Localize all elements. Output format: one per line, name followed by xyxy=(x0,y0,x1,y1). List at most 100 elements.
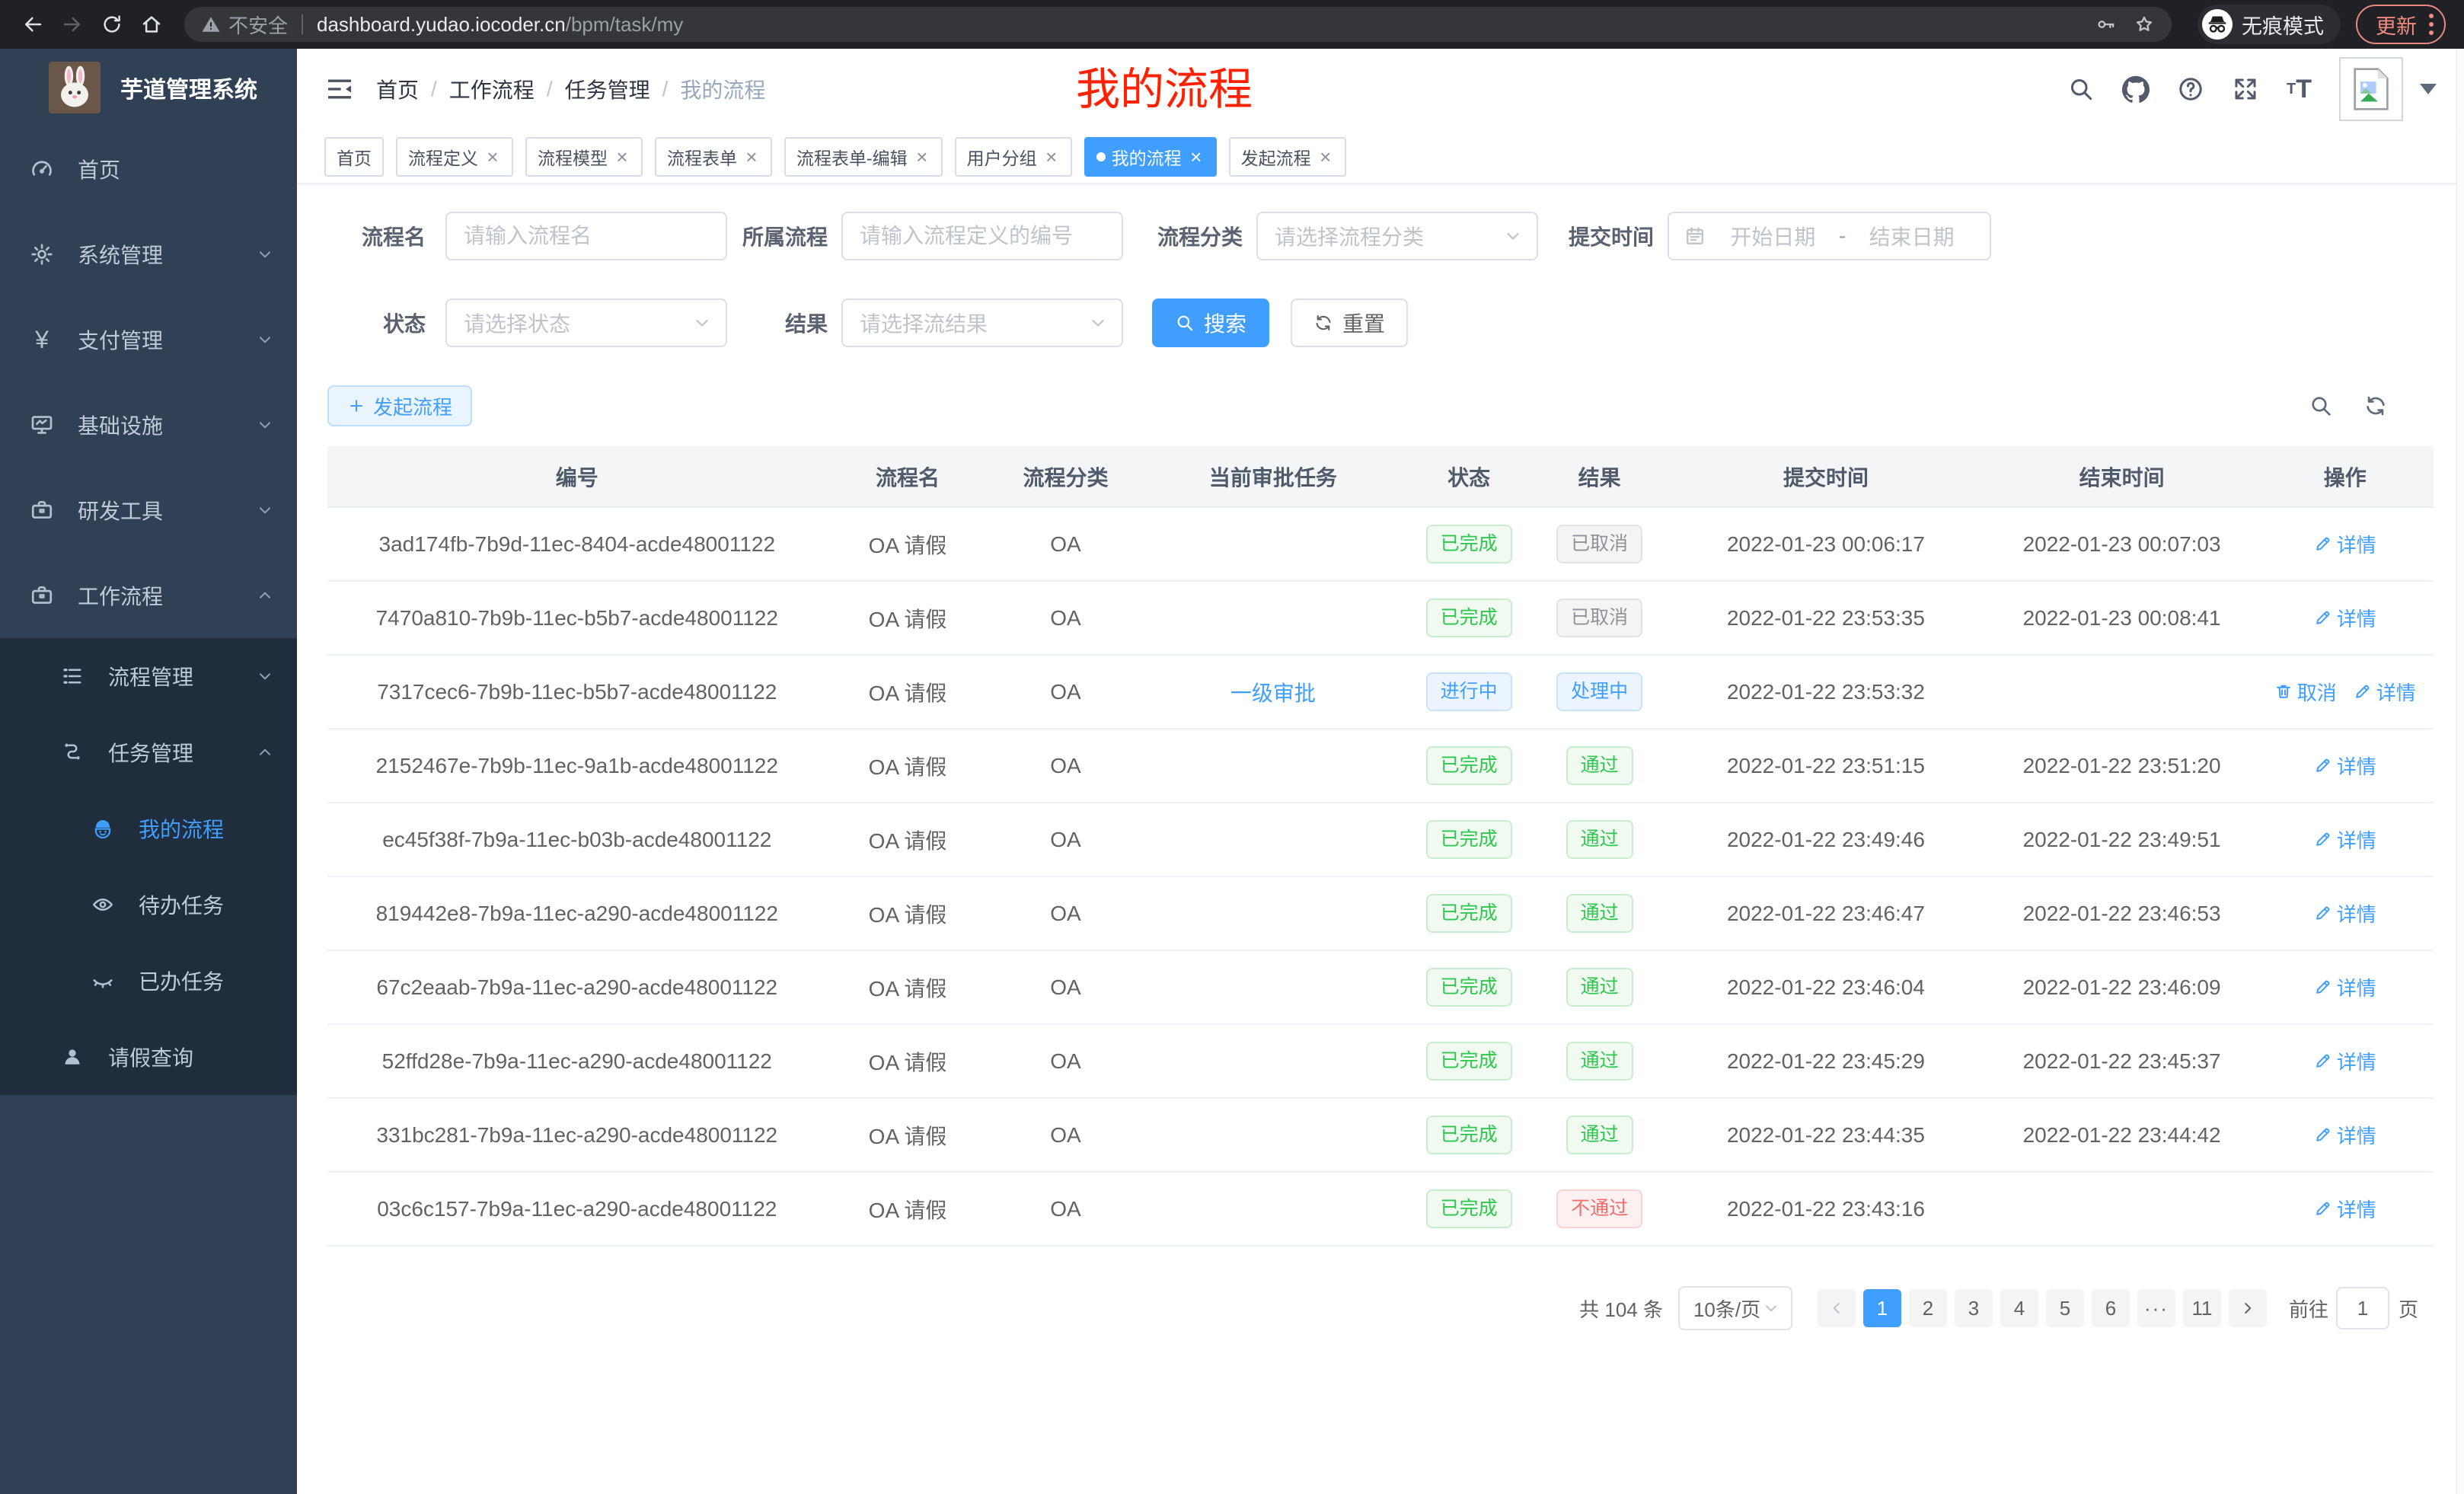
help-icon[interactable] xyxy=(2177,75,2204,103)
search-button[interactable]: 搜索 xyxy=(1152,298,1269,347)
detail-link[interactable]: 详情 xyxy=(2314,899,2376,927)
refresh-table-icon[interactable] xyxy=(2363,394,2388,418)
sidebar-item-workflow[interactable]: 工作流程 xyxy=(0,553,297,638)
sidebar-item-home[interactable]: 首页 xyxy=(0,126,297,212)
close-icon[interactable]: × xyxy=(484,147,501,167)
reset-button[interactable]: 重置 xyxy=(1291,298,1408,347)
page-buttons: 123456···11 xyxy=(1814,1289,2271,1327)
divider xyxy=(302,14,303,34)
tab-start-process[interactable]: 发起流程× xyxy=(1229,137,1346,177)
process-def-input[interactable] xyxy=(841,212,1123,260)
sidebar-item-process-mgmt[interactable]: 流程管理 xyxy=(0,638,297,714)
detail-link[interactable]: 详情 xyxy=(2314,752,2376,780)
sidebar-item-devtools[interactable]: 研发工具 xyxy=(0,468,297,553)
page-button[interactable]: 11 xyxy=(2183,1289,2221,1327)
forward-icon[interactable] xyxy=(55,7,90,42)
row-name: OA 请假 xyxy=(827,729,989,803)
calendar-icon xyxy=(1684,225,1706,247)
sidebar-item-payment[interactable]: ¥支付管理 xyxy=(0,297,297,382)
warning-icon[interactable] xyxy=(201,14,221,34)
more-pages-button[interactable]: ··· xyxy=(2137,1289,2175,1327)
task-link[interactable]: 一级审批 xyxy=(1230,682,1316,705)
create-process-button[interactable]: 发起流程 xyxy=(327,385,472,426)
tab-process-def[interactable]: 流程定义× xyxy=(396,137,513,177)
search-toggle-icon[interactable] xyxy=(2309,394,2333,418)
result-badge: 通过 xyxy=(1566,968,1633,1007)
process-def-label: 所属流程 xyxy=(742,221,841,251)
detail-link[interactable]: 详情 xyxy=(2354,678,2416,706)
breadcrumb-item[interactable]: 任务管理 xyxy=(565,74,650,104)
sidebar-item-infra[interactable]: 基础设施 xyxy=(0,382,297,468)
logo-row[interactable]: 芋道管理系统 xyxy=(0,49,297,126)
cancel-link[interactable]: 取消 xyxy=(2274,678,2337,706)
update-button[interactable]: 更新 xyxy=(2356,5,2446,44)
sidebar-item-done-task[interactable]: 已办任务 xyxy=(0,943,297,1019)
breadcrumb-item[interactable]: 首页 xyxy=(376,74,419,104)
home-icon[interactable] xyxy=(134,7,169,42)
date-range-picker[interactable]: 开始日期 - 结束日期 xyxy=(1668,212,1991,260)
tab-home[interactable]: 首页 xyxy=(324,137,384,177)
sidebar-item-leave-query[interactable]: 请假查询 xyxy=(0,1019,297,1095)
tab-my-process[interactable]: 我的流程× xyxy=(1084,137,1217,177)
sidebar-item-system[interactable]: 系统管理 xyxy=(0,212,297,297)
status-select[interactable]: 请选择状态 xyxy=(445,298,727,347)
detail-link[interactable]: 详情 xyxy=(2314,1195,2376,1223)
tab-process-form[interactable]: 流程表单× xyxy=(655,137,772,177)
key-icon[interactable] xyxy=(2095,14,2117,35)
sidebar-item-todo-task[interactable]: 待办任务 xyxy=(0,867,297,943)
row-actions: 详情 xyxy=(2257,876,2434,950)
chevron-down-icon[interactable] xyxy=(2420,84,2437,94)
fullscreen-icon[interactable] xyxy=(2232,75,2259,103)
page-button[interactable]: 1 xyxy=(1863,1289,1901,1327)
page-button[interactable]: 6 xyxy=(2092,1289,2130,1327)
reload-icon[interactable] xyxy=(94,7,129,42)
page-button[interactable]: 5 xyxy=(2046,1289,2084,1327)
star-icon[interactable] xyxy=(2134,14,2155,35)
column-header: 操作 xyxy=(2257,446,2434,507)
category-select[interactable]: 请选择流程分类 xyxy=(1256,212,1538,260)
avatar[interactable] xyxy=(2339,57,2403,121)
navbar: 首页/工作流程/任务管理/我的流程 TT xyxy=(297,49,2464,129)
browser-menu-icon[interactable] xyxy=(2429,14,2434,35)
detail-link[interactable]: 详情 xyxy=(2314,1121,2376,1149)
breadcrumb-item[interactable]: 工作流程 xyxy=(449,74,535,104)
table-body: 3ad174fb-7b9d-11ec-8404-acde48001122OA 请… xyxy=(327,507,2434,1246)
search-icon[interactable] xyxy=(2067,75,2095,103)
address-bar[interactable]: 不安全 dashboard.yudao.iocoder.cn /bpm/task… xyxy=(184,7,2172,42)
filter-row-1: 流程名 所属流程 流程分类 请选择流程分类 xyxy=(327,212,2434,260)
detail-link[interactable]: 详情 xyxy=(2314,530,2376,558)
row-task xyxy=(1142,507,1403,581)
hamburger-icon[interactable] xyxy=(324,74,355,104)
back-icon[interactable] xyxy=(15,7,50,42)
detail-link[interactable]: 详情 xyxy=(2314,1047,2376,1075)
goto-label: 前往 xyxy=(2289,1294,2328,1323)
next-page-button[interactable] xyxy=(2229,1289,2267,1327)
close-icon[interactable]: × xyxy=(1188,147,1205,167)
result-badge: 已取消 xyxy=(1556,525,1642,563)
goto-page-input[interactable] xyxy=(2336,1287,2389,1330)
page-button[interactable]: 2 xyxy=(1909,1289,1947,1327)
process-name-input[interactable] xyxy=(445,212,727,260)
tab-process-model[interactable]: 流程模型× xyxy=(525,137,643,177)
tab-process-form-edit[interactable]: 流程表单-编辑× xyxy=(784,137,943,177)
prev-page-button[interactable] xyxy=(1818,1289,1856,1327)
font-size-icon[interactable]: TT xyxy=(2287,75,2312,104)
detail-link[interactable]: 详情 xyxy=(2314,825,2376,854)
github-icon[interactable] xyxy=(2122,75,2150,103)
close-icon[interactable]: × xyxy=(914,147,930,167)
detail-link[interactable]: 详情 xyxy=(2314,973,2376,1001)
sidebar-item-my-process[interactable]: 我的流程 xyxy=(0,790,297,867)
page-size-select[interactable]: 10条/页 xyxy=(1678,1286,1792,1330)
tab-user-group[interactable]: 用户分组 × xyxy=(955,137,1072,177)
sidebar-item-task-mgmt[interactable]: 任务管理 xyxy=(0,714,297,790)
close-icon[interactable]: × xyxy=(614,147,630,167)
page-button[interactable]: 4 xyxy=(2000,1289,2038,1327)
close-icon[interactable]: × xyxy=(1043,147,1060,167)
close-icon[interactable]: × xyxy=(743,147,760,167)
page-button[interactable]: 3 xyxy=(1955,1289,1993,1327)
close-icon[interactable]: × xyxy=(1317,147,1334,167)
scrollbar[interactable] xyxy=(2456,49,2464,1494)
detail-link[interactable]: 详情 xyxy=(2314,604,2376,632)
tab-label: 用户分组 xyxy=(967,144,1037,170)
result-select[interactable]: 请选择流结果 xyxy=(841,298,1123,347)
